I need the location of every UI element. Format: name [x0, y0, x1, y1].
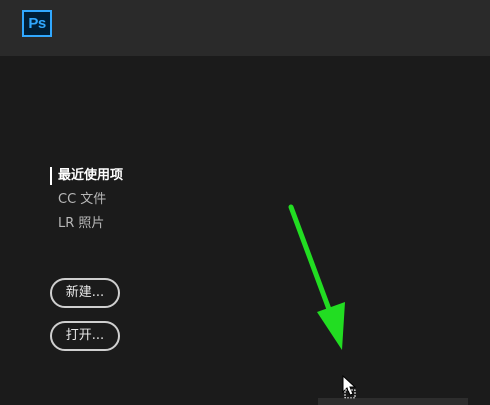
open-button[interactable]: 打开... — [50, 321, 120, 351]
sidebar-nav: 最近使用项 CC 文件 LR 照片 — [50, 164, 123, 236]
start-workspace: 最近使用项 CC 文件 LR 照片 新建... 打开... — [0, 56, 490, 405]
photoshop-logo-icon: Ps — [22, 10, 52, 37]
title-bar: Ps — [0, 0, 490, 56]
sidebar-item-cc-files[interactable]: CC 文件 — [50, 188, 123, 212]
sidebar-item-lr-photos[interactable]: LR 照片 — [50, 212, 123, 236]
sidebar-item-recent[interactable]: 最近使用项 — [50, 164, 123, 188]
new-button[interactable]: 新建... — [50, 278, 120, 308]
